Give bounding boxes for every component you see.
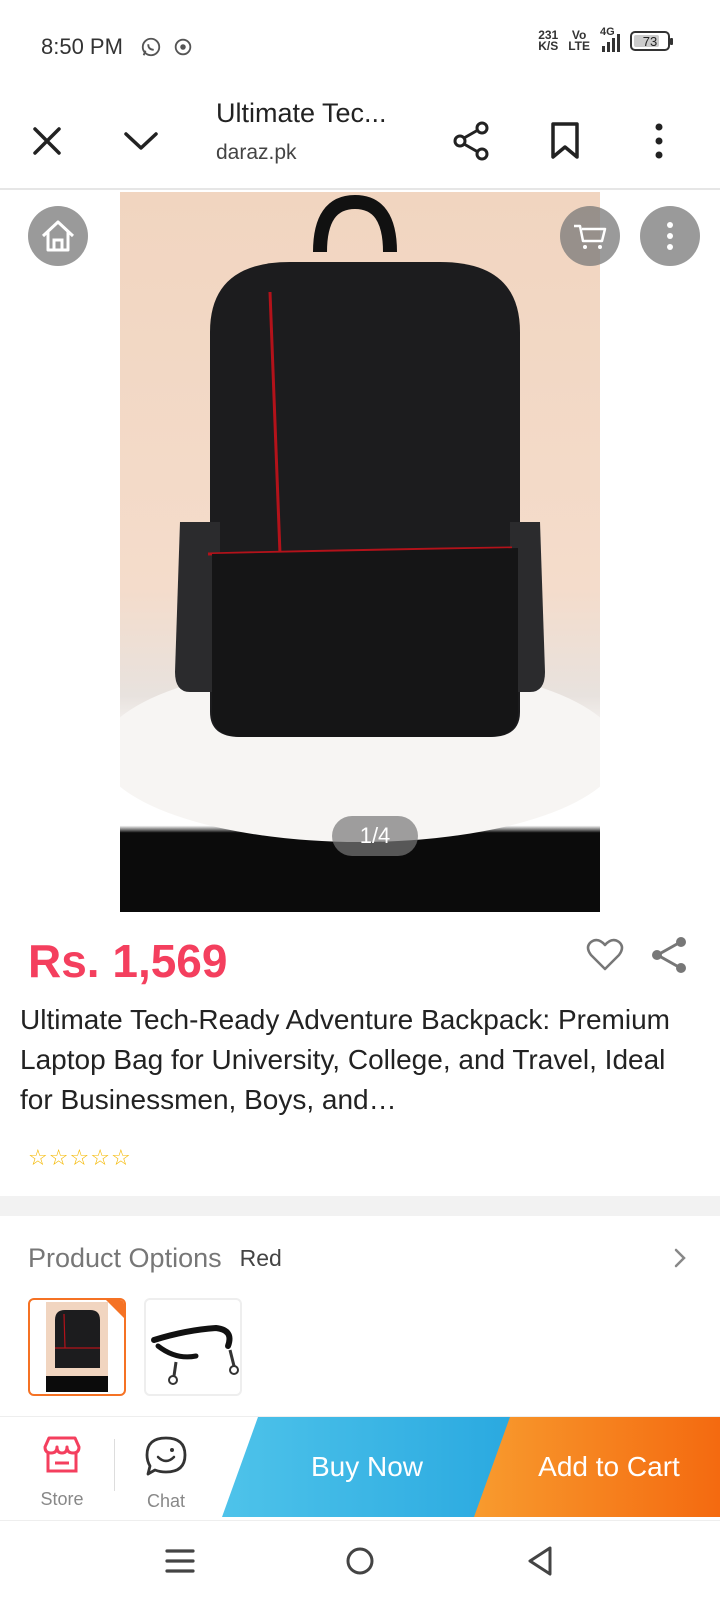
cart-icon — [574, 224, 607, 249]
page-title: Ultimate Tec... — [216, 98, 387, 128]
backpack-illustration — [120, 194, 600, 842]
chat-icon — [145, 1436, 187, 1476]
star-icon: ☆ — [69, 1145, 90, 1170]
share-icon — [453, 121, 489, 161]
store-button[interactable]: Store — [12, 1417, 112, 1521]
bottom-action-bar: Store Chat Buy Now Add to Cart — [0, 1416, 720, 1520]
page-domain: daraz.pk — [216, 141, 297, 164]
wishlist-button[interactable] — [585, 935, 625, 975]
buy-now-button[interactable]: Buy Now — [222, 1417, 512, 1517]
more-options-button[interactable] — [624, 92, 694, 190]
product-options-row[interactable]: Product Options Red — [28, 1238, 692, 1278]
network-speed: 231 K/S — [538, 29, 559, 53]
star-icon: ☆ — [28, 1145, 48, 1170]
rating-stars[interactable]: ☆ ☆ ☆ ☆ ☆ — [28, 1147, 131, 1169]
signal-icon: 4G — [600, 26, 620, 52]
more-vert-icon — [655, 123, 663, 159]
menu-icon — [165, 1549, 195, 1573]
browser-header: Ultimate Tec... daraz.pk — [0, 92, 720, 190]
product-options-value: Red — [239, 1244, 282, 1271]
back-triangle-icon — [528, 1546, 552, 1576]
add-to-cart-button[interactable]: Add to Cart — [474, 1417, 720, 1517]
star-icon: ☆ — [110, 1145, 131, 1170]
circle-home-icon — [346, 1547, 374, 1575]
product-title: Ultimate Tech-Ready Adventure Backpack: … — [20, 1004, 670, 1115]
cart-button[interactable] — [560, 206, 620, 266]
network-type: 4G — [600, 26, 615, 38]
battery-level: 73 — [642, 33, 658, 49]
image-page-indicator: 1/4 — [332, 816, 418, 856]
share-button[interactable] — [436, 92, 506, 190]
chrome-icon — [174, 38, 192, 56]
status-app-icons — [140, 36, 194, 58]
volte-bottom: LTE — [568, 39, 590, 53]
section-divider — [0, 1196, 720, 1216]
whatsapp-icon — [141, 37, 161, 57]
status-time: 8:50 PM — [41, 34, 123, 59]
home-button[interactable] — [28, 206, 88, 266]
bookmark-button[interactable] — [530, 92, 600, 190]
star-icon: ☆ — [48, 1145, 69, 1170]
minimize-button[interactable] — [106, 92, 176, 190]
gallery-more-button[interactable] — [640, 206, 700, 266]
store-label: Store — [40, 1489, 84, 1509]
home-icon — [41, 220, 75, 252]
close-icon — [33, 127, 61, 155]
share-icon — [652, 937, 686, 973]
volte-indicator: Vo LTE — [568, 29, 590, 53]
recents-button[interactable] — [150, 1535, 210, 1587]
chat-label: Chat — [146, 1491, 186, 1511]
close-button[interactable] — [12, 92, 82, 190]
status-bar: 8:50 PM 231 K/S Vo LTE 4G 73 — [0, 0, 720, 92]
product-options-label: Product Options — [28, 1242, 222, 1273]
option-thumbnail-backpack[interactable] — [28, 1298, 126, 1396]
chevron-down-icon — [124, 132, 158, 150]
option-thumbnail-strap[interactable] — [144, 1298, 242, 1396]
action-separator — [114, 1439, 115, 1491]
bookmark-icon — [551, 122, 579, 159]
chevron-right-icon — [674, 1248, 686, 1268]
product-image[interactable] — [120, 192, 600, 912]
heart-icon — [586, 938, 624, 971]
option-thumbnails — [28, 1298, 242, 1396]
star-icon: ☆ — [90, 1145, 110, 1170]
home-nav-button[interactable] — [330, 1535, 390, 1587]
page-title-block: Ultimate Tec... daraz.pk — [216, 98, 436, 165]
back-button[interactable] — [510, 1535, 570, 1587]
chat-button[interactable]: Chat — [116, 1417, 216, 1521]
product-share-button[interactable] — [648, 934, 690, 976]
store-icon — [43, 1436, 81, 1473]
network-speed-unit: K/S — [538, 39, 559, 53]
more-vert-icon — [667, 222, 673, 250]
strap-thumb-image — [151, 1324, 239, 1385]
system-nav-bar — [0, 1520, 720, 1600]
backpack-thumb-image — [46, 1302, 108, 1392]
battery-icon: 73 — [630, 31, 673, 51]
status-indicators: 231 K/S Vo LTE 4G 73 — [538, 26, 673, 53]
product-price: Rs. 1,569 — [28, 935, 228, 987]
product-gallery[interactable]: 1/4 — [0, 192, 720, 912]
